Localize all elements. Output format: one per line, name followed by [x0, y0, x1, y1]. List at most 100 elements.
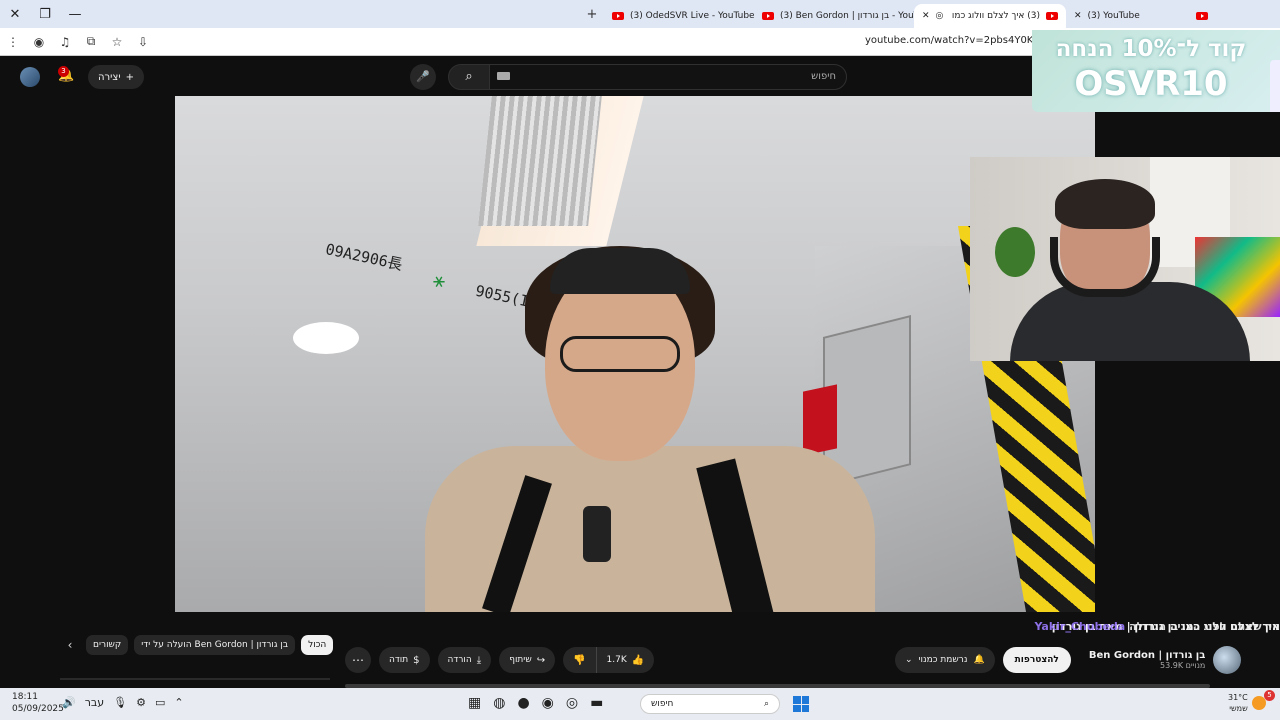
promo-code: OSVR10: [1074, 64, 1228, 104]
vlogger-glasses: [560, 336, 680, 372]
microphone-icon[interactable]: 🎙: [113, 696, 127, 709]
channel-name[interactable]: Ben Gordon | בן גורדון: [1089, 650, 1205, 661]
vlogger-cap: [550, 248, 690, 294]
share-icon: ↪: [536, 654, 546, 666]
minimize-window-icon[interactable]: —: [60, 7, 90, 22]
chevron-left-icon[interactable]: ‹: [60, 638, 80, 652]
app-icon[interactable]: ●: [517, 695, 529, 711]
like-count: 1.7K: [606, 655, 627, 665]
promo-line-1: קוד ל־10% הנחה: [1055, 36, 1247, 62]
extensions-icon[interactable]: ⧉: [78, 34, 104, 49]
search-icon: ⌕: [763, 699, 769, 709]
related-chips: ‹ קשורים הועלה על ידי Ben Gordon | בן גו…: [60, 634, 334, 656]
tab-ben-gordon-channel[interactable]: (3) Ben Gordon | בן גורדון - YouT: [754, 4, 914, 28]
windows-start-icon[interactable]: [793, 696, 809, 712]
taskbar-search[interactable]: ⌕ חיפוש: [640, 694, 780, 714]
chat-message: מר שאתם לפני הצגיה הגדולה: [1129, 620, 1280, 633]
like-button[interactable]: 1.7K 👍: [595, 647, 655, 673]
like-dislike-group: 👎 1.7K 👍: [563, 647, 655, 673]
weather-badge: 5: [1264, 690, 1275, 701]
maximize-window-icon[interactable]: ❐: [30, 7, 60, 22]
streamer-webcam: [970, 157, 1280, 361]
join-button[interactable]: להצטרפות: [1002, 647, 1071, 673]
chat-overlay: מר שאתם לפני הצגיה הגדולה Yakir_Chubeda: [970, 620, 1280, 638]
youtube-icon: [1196, 12, 1208, 20]
plus-icon: +: [125, 71, 134, 83]
close-window-icon[interactable]: ✕: [0, 7, 30, 22]
chips-divider: [60, 678, 330, 680]
vlogger: [425, 246, 875, 612]
video-actions: ⋯ תודה $ הורדה ⤓ שיתוף ↪ 👎 1.7K 👍: [345, 647, 655, 673]
browser-tab-bar: ✕ ❐ — + (3) OdedSVR Live - YouTube (3) B…: [0, 0, 1280, 28]
product-bottle: [1270, 60, 1280, 112]
keyboard-icon[interactable]: [497, 72, 510, 80]
new-tab-button[interactable]: +: [580, 7, 604, 22]
bookmark-star-icon[interactable]: ☆: [104, 35, 130, 49]
tab-odedsvr[interactable]: (3) OdedSVR Live - YouTube: [604, 4, 754, 28]
subscriber-count: 53.9K מנויים: [1160, 661, 1206, 670]
weather-widget[interactable]: 31°C שמשי: [1228, 692, 1248, 714]
tab-close-icon[interactable]: ✕: [922, 11, 930, 21]
download-icon: ⤓: [476, 654, 482, 666]
channel-row: ⌄ נרשמת כמנוי 🔔 להצטרפות Ben Gordon | בן…: [895, 646, 1242, 674]
taskbar-clock[interactable]: 18:11 05/09/2025: [12, 691, 64, 715]
calculator-icon[interactable]: ▦: [468, 695, 481, 711]
language-indicator[interactable]: עבר: [85, 696, 104, 709]
chevron-down-icon: ⌄: [905, 655, 913, 665]
thumbs-down-icon: 👎: [573, 654, 586, 666]
channel-avatar[interactable]: [1213, 646, 1242, 674]
search-button[interactable]: ⌕: [448, 64, 490, 90]
file-explorer-icon[interactable]: ▬: [590, 695, 603, 711]
download-button[interactable]: הורדה ⤓: [437, 647, 492, 673]
media-icon[interactable]: ♫: [52, 35, 78, 49]
volume-icon[interactable]: 🔊: [62, 696, 76, 709]
bell-icon: 🔔: [973, 655, 985, 665]
thumbs-up-icon: 👍: [631, 654, 645, 666]
car-number-text: 09A2906長: [323, 240, 405, 274]
video-player[interactable]: 09A2906長 ⚹ 9055(II: [175, 96, 1095, 612]
streamer-hair: [1055, 179, 1155, 229]
taskbar-apps: ▦ ◍ ● ◉ ◎ ▬: [468, 695, 603, 711]
tab-close-icon[interactable]: ✕: [1074, 11, 1082, 21]
plant: [995, 227, 1035, 277]
display-icon[interactable]: ▭: [155, 696, 165, 709]
chip-related[interactable]: קשורים: [86, 635, 129, 655]
more-actions-icon[interactable]: ⋯: [345, 647, 371, 673]
audio-icon: ◎: [935, 11, 944, 21]
youtube-icon: [1046, 12, 1058, 20]
profile-icon[interactable]: ◉: [26, 35, 52, 49]
notification-badge: 3: [58, 66, 69, 77]
create-button[interactable]: יצירה +: [88, 65, 144, 89]
chat-username: Yakir_Chubeda: [1034, 620, 1126, 633]
spotify-icon[interactable]: ◉: [542, 695, 554, 711]
windows-taskbar: 18:11 05/09/2025 🔊 עבר 🎙 ⚙ ▭ ⌃ ▦ ◍ ● ◉ ◎…: [0, 688, 1280, 720]
ceiling-lamp: [293, 322, 359, 354]
chrome-icon[interactable]: ◎: [566, 695, 578, 711]
install-app-icon[interactable]: ⇩: [130, 35, 156, 49]
thanks-button[interactable]: תודה $: [379, 647, 430, 673]
channel-info[interactable]: Ben Gordon | בן גורדון 53.9K מנויים: [1089, 650, 1205, 670]
youtube-icon: [612, 12, 624, 20]
dislike-button[interactable]: 👎: [563, 647, 596, 673]
share-button[interactable]: שיתוף ↪: [499, 647, 556, 673]
menu-dots-icon[interactable]: ⋮: [0, 35, 26, 49]
system-tray: 🔊 עבר 🎙 ⚙ ▭ ⌃: [62, 696, 184, 709]
chip-uploaded-by[interactable]: הועלה על ידי Ben Gordon | בן גורדון: [134, 635, 296, 655]
network-icon[interactable]: ⚙: [136, 696, 146, 709]
ceiling-vent: [478, 96, 602, 226]
youtube-icon: [762, 12, 774, 20]
chevron-up-icon[interactable]: ⌃: [174, 696, 183, 709]
search-input[interactable]: חיפוש: [489, 64, 847, 90]
chip-all[interactable]: הכול: [301, 635, 334, 655]
headset: [1050, 237, 1160, 297]
discord-icon[interactable]: ◍: [493, 695, 505, 711]
tab-active-video[interactable]: ✕ ◎ (3) איך לצלם וולוג כמו בן גורדון: [914, 4, 1066, 28]
subscribed-button[interactable]: ⌄ נרשמת כמנוי 🔔: [895, 647, 995, 673]
lavalier-mic: [583, 506, 611, 562]
voice-search-icon[interactable]: 🎤: [410, 64, 436, 90]
window-controls: ✕ ❐ —: [0, 0, 90, 28]
account-avatar[interactable]: [20, 67, 40, 87]
promo-overlay: קוד ל־10% הנחה OSVR10: [1032, 30, 1280, 112]
search-icon: ⌕: [465, 69, 473, 84]
tab-youtube-home[interactable]: ✕ (3) YouTube: [1066, 4, 1216, 28]
